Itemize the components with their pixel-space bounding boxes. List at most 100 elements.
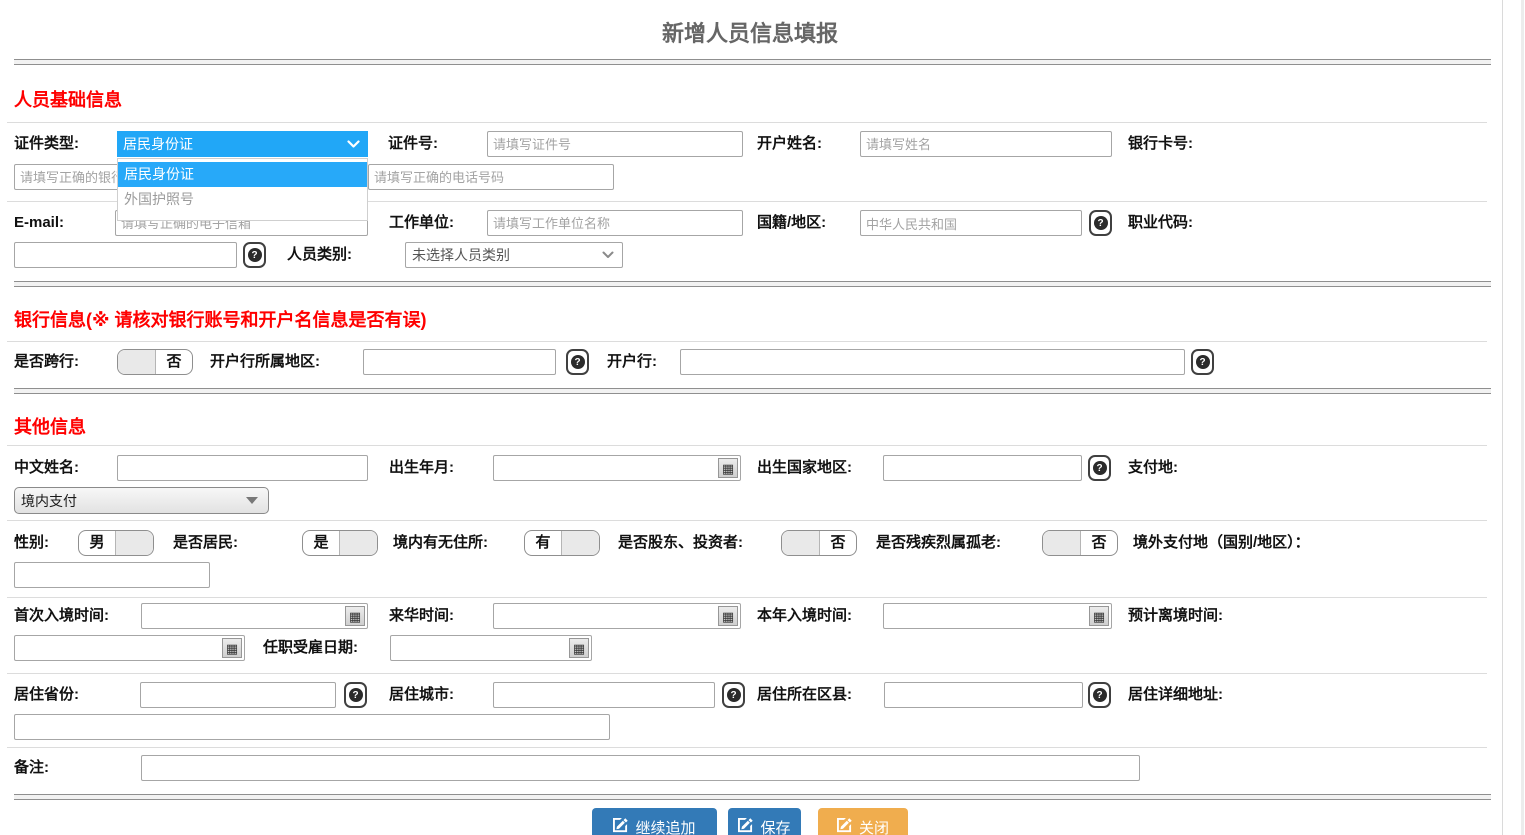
help-icon[interactable]: ?: [1088, 682, 1111, 708]
birth-date-input[interactable]: ▦: [493, 455, 741, 481]
departure-label: 预计离境时间:: [1128, 603, 1223, 629]
calendar-icon[interactable]: ▦: [1089, 606, 1109, 626]
divider: [7, 747, 1487, 748]
bank-region-input[interactable]: [363, 349, 556, 375]
toggle-value: 否: [820, 531, 856, 555]
birth-date-label: 出生年月:: [389, 455, 454, 481]
divider: [7, 597, 1487, 598]
help-icon[interactable]: ?: [1191, 349, 1214, 375]
person-type-select[interactable]: 未选择人员类别: [405, 242, 623, 268]
help-icon[interactable]: ?: [722, 682, 745, 708]
occupation-input[interactable]: [14, 242, 237, 268]
help-icon[interactable]: ?: [1088, 455, 1111, 481]
edit-icon: [837, 818, 852, 835]
toggle-value: 有: [525, 531, 561, 555]
chinese-name-input[interactable]: [117, 455, 368, 481]
section-title-other: 其他信息: [14, 413, 86, 439]
save-button[interactable]: 保存: [728, 808, 801, 835]
resident-toggle[interactable]: 是: [302, 530, 378, 556]
toggle-value: 男: [79, 531, 115, 555]
calendar-icon[interactable]: ▦: [569, 638, 589, 658]
toggle-knob: [118, 350, 156, 374]
divider: [7, 445, 1487, 446]
toggle-value: 否: [1081, 531, 1117, 555]
bank-name-input[interactable]: [680, 349, 1185, 375]
button-label: 关闭: [859, 817, 889, 835]
remark-input[interactable]: [141, 755, 1140, 781]
toggle-value: 否: [156, 350, 192, 374]
add-person-form: 新增人员信息填报 人员基础信息 证件类型: 居民身份证 证件号: 开户姓名: 银…: [0, 0, 1525, 835]
email-label: E-mail:: [14, 210, 64, 236]
city-label: 居住城市:: [389, 682, 454, 708]
disabled-toggle[interactable]: 否: [1042, 530, 1118, 556]
calendar-icon[interactable]: ▦: [222, 638, 242, 658]
dropdown-option[interactable]: 外国护照号: [118, 187, 367, 212]
cross-bank-toggle[interactable]: 否: [117, 349, 193, 375]
toggle-knob: [561, 531, 599, 555]
gender-toggle[interactable]: 男: [78, 530, 154, 556]
year-entry-input[interactable]: ▦: [883, 603, 1112, 629]
calendar-icon[interactable]: ▦: [718, 458, 738, 478]
arrival-input[interactable]: ▦: [493, 603, 741, 629]
toggle-knob: [782, 531, 820, 555]
help-icon[interactable]: ?: [344, 682, 367, 708]
address-label: 居住详细地址:: [1128, 682, 1223, 708]
dropdown-option-selected[interactable]: 居民身份证: [118, 162, 367, 187]
help-icon[interactable]: ?: [1089, 210, 1112, 236]
nationality-input[interactable]: [860, 210, 1082, 236]
scrollbar-track[interactable]: [1502, 0, 1503, 835]
divider: [7, 341, 1487, 342]
bank-region-label: 开户行所属地区:: [210, 349, 320, 375]
help-icon[interactable]: ?: [243, 242, 266, 268]
toggle-knob: [339, 531, 377, 555]
county-label: 居住所在区县:: [757, 682, 852, 708]
toggle-value: 是: [303, 531, 339, 555]
button-label: 保存: [760, 817, 790, 835]
bank-card-label: 银行卡号:: [1128, 131, 1193, 157]
shareholder-toggle[interactable]: 否: [781, 530, 857, 556]
work-unit-input[interactable]: [487, 210, 743, 236]
county-input[interactable]: [884, 682, 1083, 708]
divider: [14, 794, 1491, 800]
pay-place-label: 支付地:: [1128, 455, 1178, 481]
divider: [14, 388, 1491, 394]
year-entry-label: 本年入境时间:: [757, 603, 852, 629]
continue-add-button[interactable]: 继续追加: [592, 808, 717, 835]
button-label: 继续追加: [635, 817, 695, 835]
residence-label: 境内有无住所:: [393, 530, 488, 556]
departure-input[interactable]: ▦: [14, 635, 245, 661]
residence-toggle[interactable]: 有: [524, 530, 600, 556]
disabled-label: 是否残疾烈属孤老:: [876, 530, 1001, 556]
close-button[interactable]: 关闭: [818, 808, 908, 835]
account-name-input[interactable]: [860, 131, 1112, 157]
pay-place-value: 境内支付: [21, 491, 77, 511]
calendar-icon[interactable]: ▦: [345, 606, 365, 626]
province-input[interactable]: [140, 682, 336, 708]
resident-label: 是否居民:: [173, 530, 238, 556]
toggle-knob: [115, 531, 153, 555]
city-input[interactable]: [493, 682, 715, 708]
cert-no-input[interactable]: [487, 131, 743, 157]
chevron-down-icon: [246, 497, 258, 504]
employment-label: 任职受雇日期:: [263, 635, 358, 661]
divider: [7, 122, 1487, 123]
birth-country-input[interactable]: [883, 455, 1082, 481]
first-entry-input[interactable]: ▦: [141, 603, 368, 629]
gender-label: 性别:: [14, 530, 49, 556]
address-input[interactable]: [14, 714, 610, 740]
pay-place-select[interactable]: 境内支付: [14, 487, 269, 514]
calendar-icon[interactable]: ▦: [718, 606, 738, 626]
cert-no-label: 证件号:: [388, 131, 438, 157]
divider: [7, 520, 1487, 521]
remark-label: 备注:: [14, 755, 49, 781]
person-type-label: 人员类别:: [287, 242, 352, 268]
employment-input[interactable]: ▦: [390, 635, 592, 661]
toggle-knob: [1043, 531, 1081, 555]
overseas-pay-input[interactable]: [14, 562, 210, 588]
page-title: 新增人员信息填报: [0, 16, 1500, 48]
first-entry-label: 首次入境时间:: [14, 603, 109, 629]
phone-input[interactable]: [368, 164, 614, 190]
cert-type-value: 居民身份证: [123, 134, 193, 154]
help-icon[interactable]: ?: [566, 349, 589, 375]
cert-type-select[interactable]: 居民身份证: [117, 131, 368, 157]
